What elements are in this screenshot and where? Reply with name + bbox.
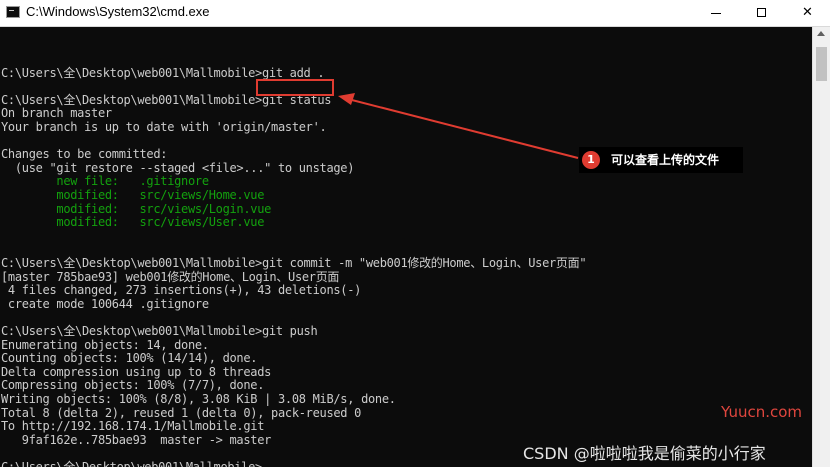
title-bar: C:\Windows\System32\cmd.exe ✕ — [0, 0, 830, 27]
scroll-up-arrow-icon[interactable] — [817, 31, 825, 36]
console-line: Changes to be committed: — [1, 147, 168, 162]
console-output[interactable]: C:\Users\全\Desktop\web001\Mallmobile>git… — [0, 27, 812, 467]
console-line: To http://192.168.174.1/Mallmobile.git — [1, 419, 265, 434]
close-button[interactable]: ✕ — [785, 0, 830, 26]
console-line: Delta compression using up to 8 threads — [1, 364, 272, 379]
console-line: C:\Users\全\Desktop\web001\Mallmobile>git… — [1, 324, 318, 338]
console-line: modified: src/views/User.vue — [1, 215, 265, 230]
console-line: Writing objects: 100% (8/8), 3.08 KiB | … — [1, 392, 396, 406]
close-icon: ✕ — [802, 5, 813, 20]
maximize-icon — [757, 8, 766, 17]
window-title: C:\Windows\System32\cmd.exe — [26, 4, 210, 19]
console-line: modified: src/views/Login.vue — [1, 201, 272, 216]
console-line: Your branch is up to date with 'origin/m… — [1, 120, 327, 134]
annotation-callout: 1 可以查看上传的文件 — [579, 147, 743, 173]
git-status-highlight-box — [256, 79, 334, 96]
annotation-text: 可以查看上传的文件 — [611, 153, 720, 167]
console-line: Counting objects: 100% (14/14), done. — [1, 351, 258, 366]
console-line: Compressing objects: 100% (7/7), done. — [1, 378, 265, 393]
console-line: (use "git restore --staged <file>..." to… — [1, 160, 355, 175]
console-line: [master 785bae93] web001修改的Home、Login、Us… — [1, 269, 340, 284]
scrollbar-thumb[interactable] — [816, 47, 827, 81]
maximize-button[interactable] — [740, 0, 785, 26]
author-watermark: CSDN @啦啦啦我是偷菜的小行家 — [523, 444, 766, 463]
annotation-badge: 1 — [582, 151, 600, 169]
console-line: C:\Users\全\Desktop\web001\Mallmobile>git… — [1, 65, 325, 80]
console-line: 9faf162e..785bae93 master -> master — [1, 432, 272, 447]
minimize-icon — [711, 13, 721, 14]
minimize-button[interactable] — [694, 0, 739, 26]
console-line: 4 files changed, 273 insertions(+), 43 d… — [1, 283, 362, 298]
console-line: Enumerating objects: 14, done. — [1, 337, 209, 352]
vertical-scrollbar[interactable] — [812, 27, 830, 467]
console-line: C:\Users\全\Desktop\web001\Mallmobile> — [1, 460, 262, 467]
console-line: create mode 100644 .gitignore — [1, 296, 209, 311]
console-line: new file: .gitignore — [1, 174, 209, 189]
cmd-app-icon[interactable] — [6, 6, 20, 18]
console-line: On branch master — [1, 106, 112, 121]
site-watermark: Yuucn.com — [721, 403, 803, 421]
console-line: Total 8 (delta 2), reused 1 (delta 0), p… — [1, 405, 362, 420]
console-line: modified: src/views/Home.vue — [1, 188, 265, 202]
console-line: C:\Users\全\Desktop\web001\Mallmobile>git… — [1, 256, 587, 270]
